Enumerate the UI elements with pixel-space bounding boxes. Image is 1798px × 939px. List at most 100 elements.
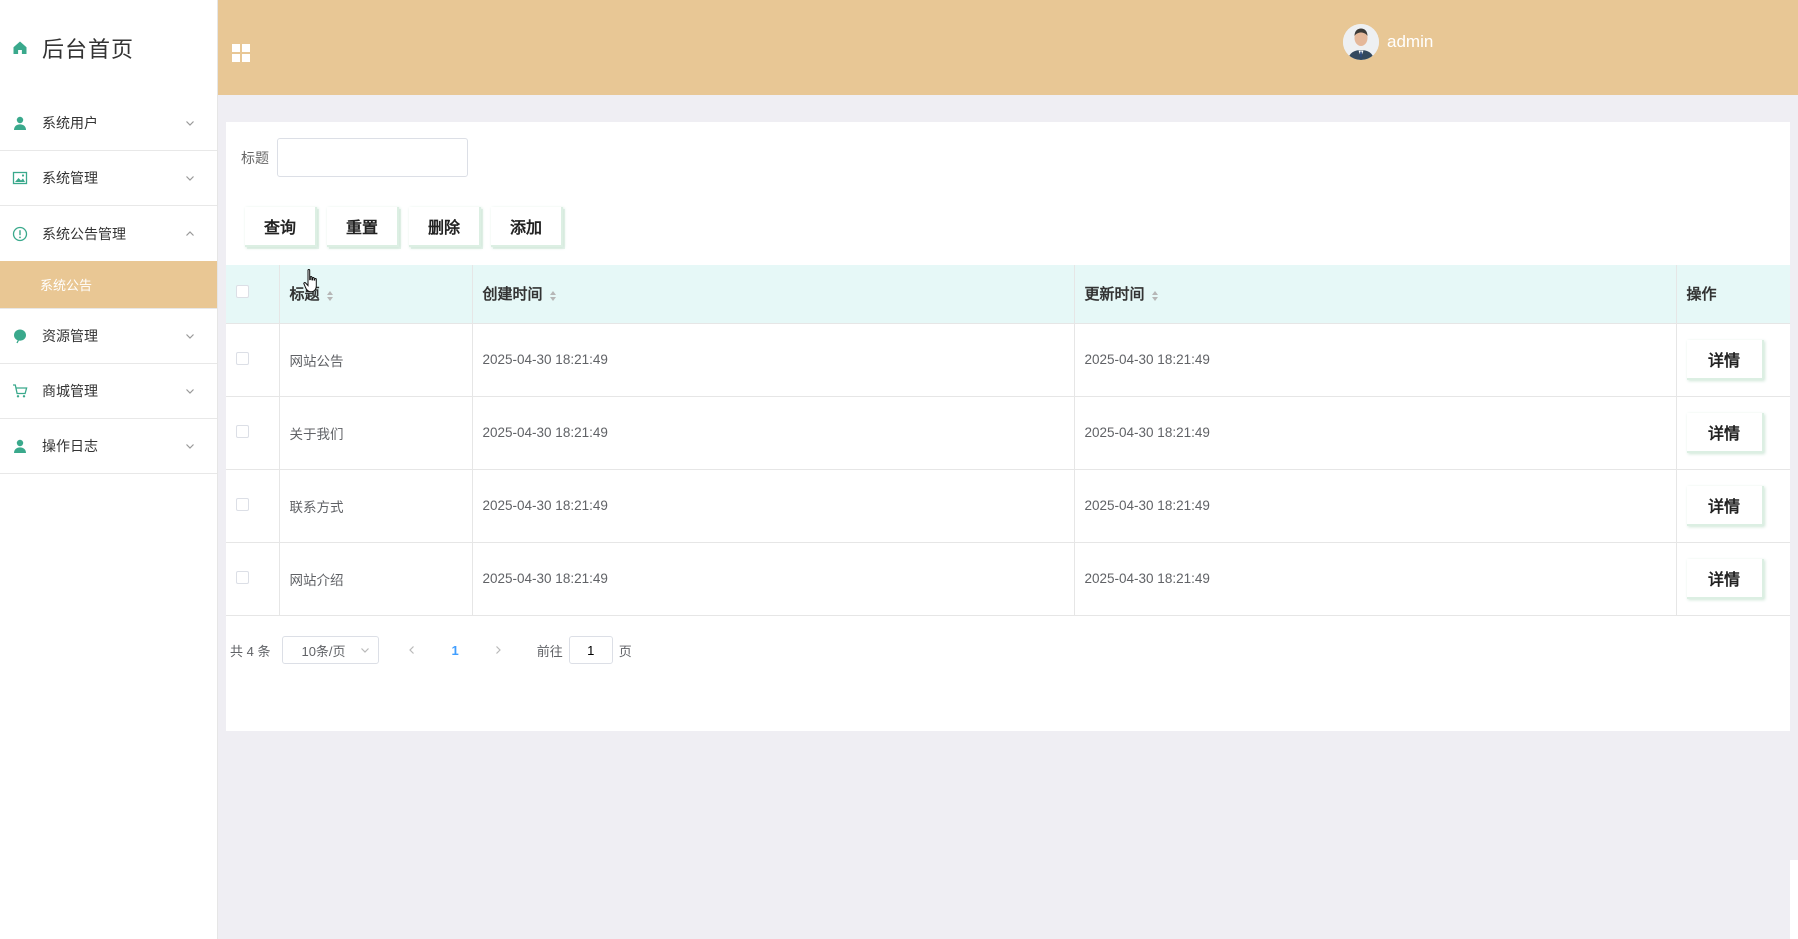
row-title: 网站公告 — [279, 323, 473, 397]
sidebar-item-label: 资源管理 — [42, 328, 98, 344]
column-header-created[interactable]: 创建时间 — [472, 265, 1075, 324]
page-size-select[interactable]: 10条/页 — [282, 636, 380, 664]
chevron-up-icon — [185, 229, 195, 239]
user-icon — [12, 115, 28, 131]
row-checkbox[interactable] — [236, 424, 249, 438]
avatar — [1343, 24, 1379, 60]
username: admin — [1387, 32, 1434, 51]
chevron-down-icon — [185, 386, 195, 396]
grid-icon[interactable] — [231, 43, 251, 63]
row-updated: 2025-04-30 18:21:49 — [1074, 323, 1677, 397]
sidebar-menu: 系统用户 系统管理 系统公告管理 系统公告 资源管理 商城管理 操作日志 — [0, 96, 217, 474]
row-updated: 2025-04-30 18:21:49 — [1074, 542, 1677, 616]
sidebar-item-mall-management[interactable]: 商城管理 — [0, 364, 217, 419]
hand-cursor-icon — [302, 268, 322, 294]
table-row: 关于我们 2025-04-30 18:21:49 2025-04-30 18:2… — [226, 396, 1790, 470]
title-filter-label: 标题 — [241, 149, 269, 166]
row-updated: 2025-04-30 18:21:49 — [1074, 469, 1677, 543]
row-checkbox[interactable] — [236, 497, 249, 511]
cart-icon — [12, 383, 28, 399]
row-created: 2025-04-30 18:21:49 — [472, 323, 1075, 397]
row-checkbox[interactable] — [236, 351, 249, 365]
brand-title: 后台首页 — [42, 37, 135, 62]
table-row: 网站公告 2025-04-30 18:21:49 2025-04-30 18:2… — [226, 323, 1790, 397]
row-title: 网站介绍 — [279, 542, 473, 616]
detail-button[interactable]: 详情 — [1686, 558, 1764, 599]
select-all-cell — [226, 265, 280, 324]
goto-page-input[interactable] — [568, 636, 613, 664]
add-button[interactable]: 添加 — [491, 207, 564, 247]
detail-button[interactable]: 详情 — [1686, 339, 1764, 380]
sort-icon[interactable] — [549, 289, 557, 302]
next-page-icon[interactable] — [493, 645, 503, 655]
table-row: 网站介绍 2025-04-30 18:21:49 2025-04-30 18:2… — [226, 542, 1790, 616]
goto-suffix: 页 — [618, 643, 632, 659]
user-menu[interactable]: admin — [1343, 24, 1433, 60]
user-icon — [12, 438, 28, 454]
row-select-cell — [226, 396, 280, 470]
pagination: 共 4 条 10条/页 1 前往 页 — [230, 636, 632, 664]
row-updated: 2025-04-30 18:21:49 — [1074, 396, 1677, 470]
table-row: 联系方式 2025-04-30 18:21:49 2025-04-30 18:2… — [226, 469, 1790, 543]
query-button[interactable]: 查询 — [245, 207, 318, 247]
toolbar: 查询 重置 删除 添加 — [245, 207, 564, 247]
page-number[interactable]: 1 — [451, 643, 458, 658]
row-select-cell — [226, 323, 280, 397]
sort-icon[interactable] — [1151, 289, 1159, 302]
row-title: 联系方式 — [279, 469, 473, 543]
sidebar-subitem-system-notice[interactable]: 系统公告 — [0, 261, 217, 309]
chevron-down-icon — [185, 118, 195, 128]
title-filter-input[interactable] — [277, 138, 468, 177]
sidebar-item-label: 商城管理 — [42, 383, 98, 399]
page-size-value: 10条/页 — [301, 643, 346, 659]
chevron-down-icon — [185, 441, 195, 451]
detail-button[interactable]: 详情 — [1686, 412, 1764, 453]
leaf-icon — [12, 328, 28, 344]
info-circle-icon — [12, 226, 28, 242]
content-panel: 标题 查询 重置 删除 添加 标题 创建时间 更新时间 操作 网站公告 2025… — [226, 122, 1790, 731]
sidebar: 后台首页 系统用户 系统管理 系统公告管理 系统公告 资源管理 商城管理 操作日… — [0, 0, 218, 939]
pagination-total: 共 4 条 — [230, 643, 271, 659]
column-header-updated[interactable]: 更新时间 — [1074, 265, 1677, 324]
sidebar-item-label: 系统用户 — [42, 115, 98, 131]
row-created: 2025-04-30 18:21:49 — [472, 542, 1075, 616]
prev-page-icon[interactable] — [407, 645, 417, 655]
column-updated-label: 更新时间 — [1084, 286, 1145, 304]
image-icon — [12, 170, 28, 186]
detail-button[interactable]: 详情 — [1686, 485, 1764, 526]
sidebar-item-notice-management[interactable]: 系统公告管理 — [0, 206, 217, 261]
sidebar-item-system-management[interactable]: 系统管理 — [0, 151, 217, 206]
sidebar-item-operation-log[interactable]: 操作日志 — [0, 419, 217, 474]
row-created: 2025-04-30 18:21:49 — [472, 469, 1075, 543]
goto-prefix: 前往 — [536, 643, 563, 659]
column-header-ops: 操作 — [1676, 265, 1790, 324]
brand[interactable]: 后台首页 — [0, 0, 217, 96]
sort-icon[interactable] — [326, 289, 334, 302]
sidebar-item-label: 系统管理 — [42, 170, 98, 186]
row-ops: 详情 — [1676, 542, 1790, 616]
sidebar-item-label: 操作日志 — [42, 438, 98, 454]
row-title: 关于我们 — [279, 396, 473, 470]
row-ops: 详情 — [1676, 323, 1790, 397]
row-select-cell — [226, 542, 280, 616]
select-all-checkbox[interactable] — [236, 285, 249, 299]
search-form: 标题 — [241, 138, 468, 177]
chevron-down-icon — [360, 645, 370, 655]
row-ops: 详情 — [1676, 469, 1790, 543]
sidebar-item-system-users[interactable]: 系统用户 — [0, 96, 217, 151]
sidebar-item-resource-management[interactable]: 资源管理 — [0, 309, 217, 364]
reset-button[interactable]: 重置 — [327, 207, 400, 247]
column-created-label: 创建时间 — [482, 286, 543, 304]
home-icon — [12, 40, 28, 56]
notice-table: 标题 创建时间 更新时间 操作 网站公告 2025-04-30 18:21:49… — [226, 265, 1790, 616]
table-header-row: 标题 创建时间 更新时间 操作 — [226, 265, 1790, 324]
row-created: 2025-04-30 18:21:49 — [472, 396, 1075, 470]
delete-button[interactable]: 删除 — [409, 207, 482, 247]
scrollbar[interactable] — [1790, 860, 1798, 939]
row-checkbox[interactable] — [236, 570, 249, 584]
chevron-down-icon — [185, 173, 195, 183]
top-header: admin — [218, 0, 1798, 95]
chevron-down-icon — [185, 331, 195, 341]
row-ops: 详情 — [1676, 396, 1790, 470]
row-select-cell — [226, 469, 280, 543]
